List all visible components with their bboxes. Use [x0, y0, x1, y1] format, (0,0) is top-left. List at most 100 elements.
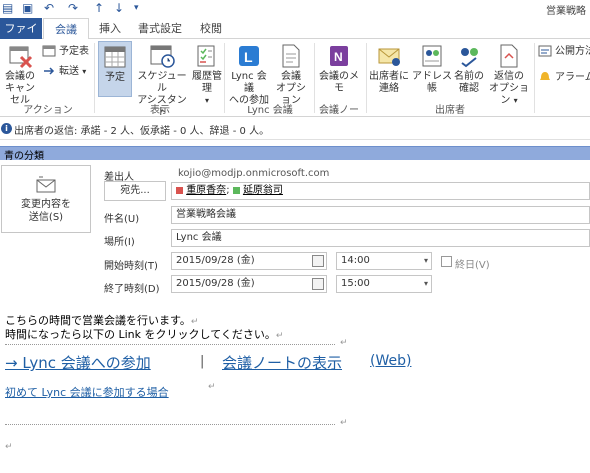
dotted-separator: [5, 344, 335, 345]
appointment-button[interactable]: 予定: [98, 41, 132, 97]
info-icon: i: [1, 123, 12, 134]
paragraph-mark: ↵: [275, 331, 284, 341]
join-lync-button[interactable]: L Lync 会議 への参加: [228, 43, 270, 107]
group-label-lync: Lync 会議: [247, 105, 293, 116]
location-value: Lync 会議: [176, 232, 222, 243]
public-button[interactable]: 公開方法: [538, 45, 590, 59]
calendar-picker-icon[interactable]: [312, 255, 324, 267]
calendar-button[interactable]: 予定表: [42, 45, 89, 59]
paragraph-mark: ↵: [208, 382, 216, 392]
paragraph-mark: ↵: [340, 418, 348, 428]
alarm-label: アラーム: [555, 72, 590, 83]
scheduling-assistant-icon: [150, 45, 175, 68]
send-icon: [36, 176, 56, 193]
chevron-down-icon[interactable]: ▾: [424, 276, 428, 292]
alarm-button[interactable]: アラーム: [538, 71, 590, 85]
attendee-status-icon: [176, 186, 183, 194]
contact-attendees-label: 出席者に 連絡: [369, 71, 409, 94]
lync-icon: L: [239, 46, 259, 66]
start-date-field[interactable]: 2015/09/28 (金): [171, 252, 327, 270]
public-icon: [538, 45, 552, 57]
send-update-button[interactable]: 変更内容を 送信(S): [1, 165, 91, 233]
up-arrow-icon[interactable]: ↑: [94, 1, 104, 15]
customize-qat-icon[interactable]: ▾: [134, 3, 139, 13]
to-button-label: 宛先...: [120, 185, 150, 196]
check-names-icon: [461, 48, 478, 68]
forward-dropdown-icon[interactable]: ▾: [82, 67, 86, 76]
forward-button[interactable]: 転送 ▾: [42, 65, 86, 79]
tracking-label: 履歴管理: [192, 71, 222, 94]
end-date-value: 2015/09/28 (金): [176, 278, 255, 289]
group-label-action: アクション: [23, 105, 73, 116]
cancel-meeting-icon: [9, 46, 33, 69]
first-time-lync-link[interactable]: 初めて Lync 会議に参加する場合: [5, 384, 169, 400]
group-separator: [224, 43, 225, 113]
end-time-field[interactable]: 15:00 ▾: [336, 275, 432, 293]
appointment-icon: [104, 46, 126, 68]
start-time-label: 開始時刻(T): [104, 261, 158, 272]
body-line-2: 時間になったら以下の Link をクリックしてください。↵: [5, 326, 283, 342]
message-body[interactable]: こちらの時間で営業会議を行います。↵ 時間になったら以下の Link をクリック…: [0, 296, 590, 473]
meeting-options-button[interactable]: 会議 オプション: [272, 43, 310, 107]
public-label: 公開方法: [555, 46, 590, 57]
redo-icon[interactable]: ↷: [68, 1, 78, 15]
info-bar: i 出席者の返信: 承諾 - 2 人、仮承諾 - 0 人、辞退 - 0 人。: [0, 118, 590, 140]
attendee-name[interactable]: 延原翁司: [243, 185, 283, 196]
subject-value: 営業戦略会議: [176, 209, 236, 220]
location-label: 場所(I): [104, 237, 135, 248]
tab-insert[interactable]: 挿入: [92, 18, 128, 39]
group-label-show: 表示: [150, 105, 170, 116]
end-time-label: 終了時刻(D): [104, 284, 160, 295]
calendar-label: 予定表: [59, 46, 89, 57]
svg-text:L: L: [244, 49, 253, 65]
to-button[interactable]: 宛先...: [104, 181, 166, 201]
tab-meeting[interactable]: 会議: [43, 18, 89, 40]
group-separator: [94, 43, 95, 113]
tab-format[interactable]: 書式設定: [132, 18, 188, 39]
paragraph-mark: ↵: [340, 338, 348, 348]
end-date-field[interactable]: 2015/09/28 (金): [171, 275, 327, 293]
subject-field[interactable]: 営業戦略会議: [171, 206, 590, 224]
send-update-label: 変更内容を 送信(S): [21, 199, 71, 223]
address-book-icon: [422, 45, 442, 67]
check-names-label: 名前の 確認: [454, 71, 484, 94]
address-book-button[interactable]: アドレス帳: [410, 43, 454, 95]
attendee-name[interactable]: 重原香奈: [186, 185, 226, 196]
meeting-notes-link[interactable]: 会議ノートの表示: [222, 352, 342, 373]
contact-attendees-icon: [378, 48, 400, 66]
contact-attendees-button[interactable]: 出席者に 連絡: [368, 43, 410, 95]
tab-review[interactable]: 校閲: [192, 18, 230, 39]
forward-label: 転送: [59, 66, 79, 77]
attendee-status-icon: [232, 186, 240, 194]
end-time-value: 15:00: [341, 278, 370, 289]
down-arrow-icon[interactable]: ↓: [114, 1, 124, 15]
attendee-separator: ;: [226, 185, 230, 196]
chevron-down-icon[interactable]: ▾: [424, 253, 428, 269]
undo-icon[interactable]: ↶: [44, 1, 54, 15]
info-text: 出席者の返信: 承諾 - 2 人、仮承諾 - 0 人、辞退 - 0 人。: [14, 126, 270, 137]
web-link[interactable]: (Web): [370, 353, 411, 369]
category-label: 青の分類: [4, 151, 44, 162]
svg-text:N: N: [334, 50, 343, 64]
to-field[interactable]: 重原香奈; 延原翁司: [171, 182, 590, 200]
tab-file[interactable]: ファイル: [0, 18, 42, 56]
app-icon: ▤: [2, 1, 14, 15]
tracking-button[interactable]: 履歴管理 ▾: [188, 43, 226, 107]
body-line-2-text: 時間になったら以下の Link をクリックしてください。: [5, 328, 276, 341]
ribbon: 会議の キャンセル 予定表 転送 ▾ アクション 予定 スケジュール アシスタン…: [0, 39, 590, 131]
allday-checkbox[interactable]: [441, 256, 452, 267]
start-time-field[interactable]: 14:00 ▾: [336, 252, 432, 270]
ribbon-tabs: ファイル 会議 挿入 書式設定 校閲: [0, 18, 590, 56]
save-icon[interactable]: ▣: [22, 1, 33, 15]
location-field[interactable]: Lync 会議: [171, 229, 590, 247]
start-date-value: 2015/09/28 (金): [176, 255, 255, 266]
join-lync-link[interactable]: → Lync 会議への参加: [5, 352, 151, 373]
cancel-meeting-button[interactable]: 会議の キャンセル: [2, 43, 38, 107]
address-book-label: アドレス帳: [412, 71, 452, 94]
meeting-notes-button[interactable]: N 会議のメモ: [316, 43, 362, 95]
group-label-attendees: 出席者: [435, 105, 465, 116]
paragraph-mark: ↵: [5, 442, 13, 452]
calendar-picker-icon[interactable]: [312, 278, 324, 290]
response-options-button[interactable]: 返信の オプション ▾: [486, 43, 532, 107]
check-names-button[interactable]: 名前の 確認: [454, 43, 484, 95]
